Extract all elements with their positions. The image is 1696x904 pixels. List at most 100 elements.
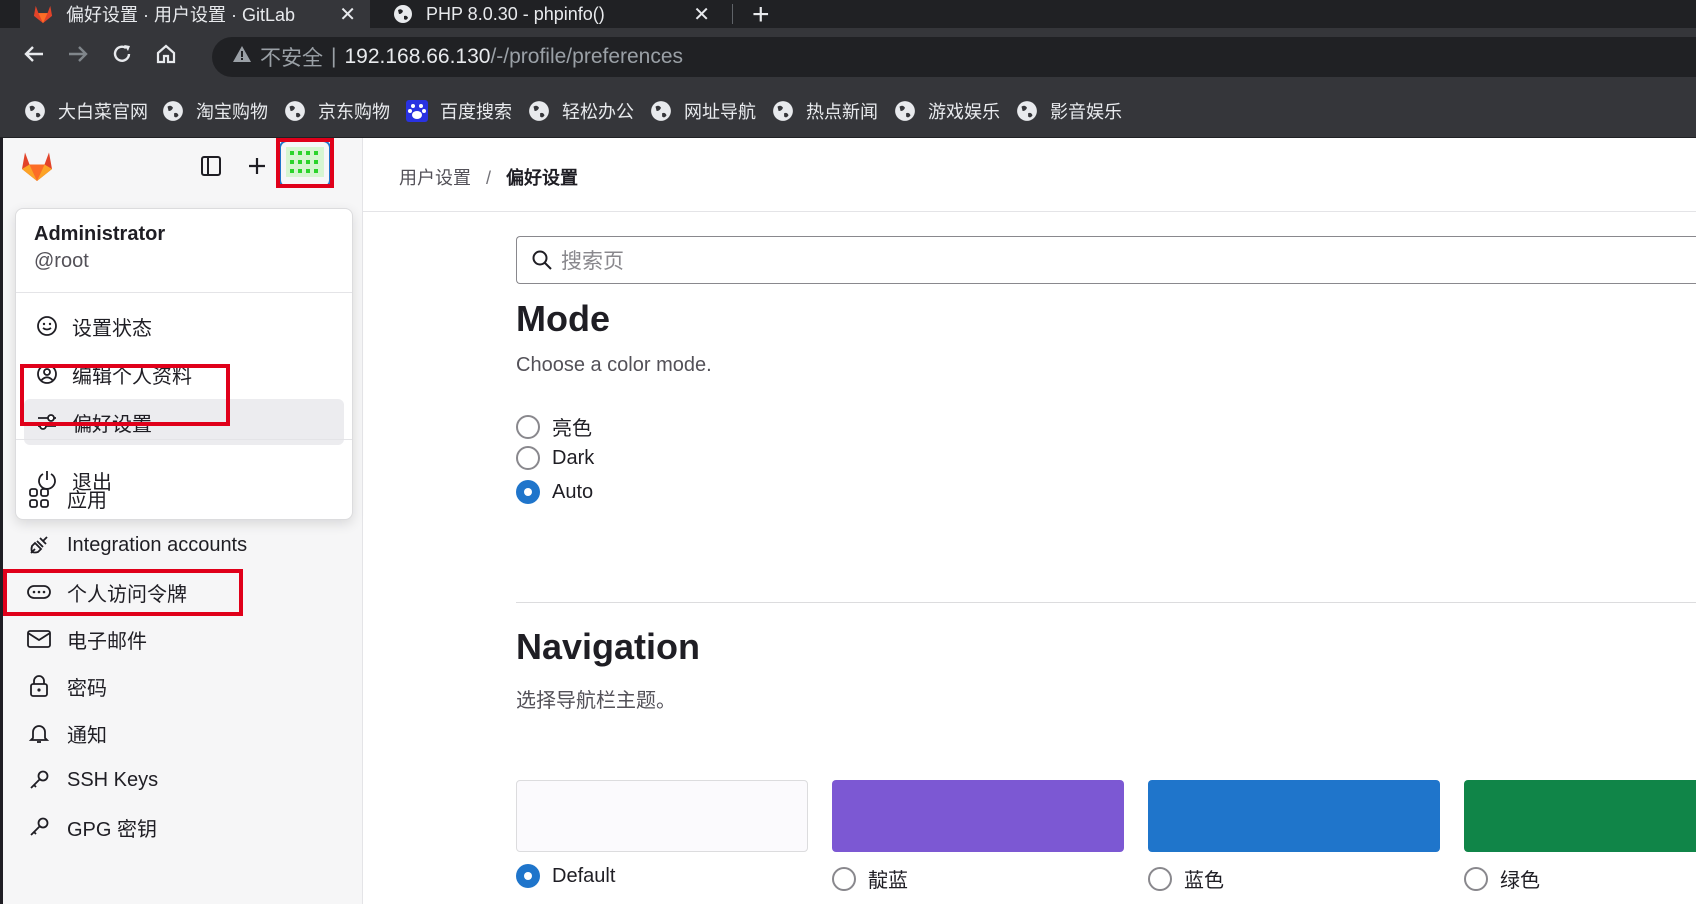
radio-button[interactable] [516, 446, 540, 470]
sidebar-item-label: 通知 [67, 724, 107, 747]
globe-icon [528, 100, 550, 122]
home-icon[interactable] [150, 38, 182, 70]
gitlab-icon [32, 3, 54, 25]
sidebar-item-emails[interactable]: 电子邮件 [25, 617, 147, 661]
section-divider [516, 602, 1696, 603]
theme-option-green[interactable]: 绿色 [1464, 864, 1540, 893]
sidebar-item-integration-accounts[interactable]: Integration accounts [25, 523, 247, 567]
bookmark-label: 淘宝购物 [196, 102, 268, 122]
mail-icon [25, 625, 53, 653]
breadcrumb-parent[interactable]: 用户设置 [399, 168, 471, 188]
tab-separator [732, 4, 733, 24]
theme-swatch-green[interactable] [1464, 780, 1696, 852]
reload-icon[interactable] [106, 38, 138, 70]
forward-icon[interactable] [62, 38, 94, 70]
mode-option-light[interactable]: 亮色 [516, 412, 592, 441]
sidebar-toggle-icon[interactable] [195, 150, 227, 182]
tab-title: PHP 8.0.30 - phpinfo() [426, 3, 605, 24]
sidebar-item-gpg-keys[interactable]: GPG 密钥 [25, 805, 157, 849]
sidebar-item-applications[interactable]: 应用 [25, 476, 107, 520]
search-input[interactable]: 搜索页 [516, 236, 1696, 284]
search-placeholder: 搜索页 [561, 250, 624, 273]
menu-divider [16, 439, 352, 440]
bookmark-item[interactable]: 游戏娱乐 [894, 98, 1000, 124]
user-menu-header[interactable]: Administrator @root [16, 209, 352, 293]
annotation-box-avatar [276, 138, 334, 188]
bookmark-item[interactable]: 大白菜官网 [24, 98, 148, 124]
theme-swatch-default[interactable] [516, 780, 808, 852]
theme-option-default[interactable]: Default [516, 864, 615, 888]
mode-option-dark[interactable]: Dark [516, 446, 594, 470]
navigation-description: 选择导航栏主题。 [516, 690, 676, 712]
globe-icon [1016, 100, 1038, 122]
radio-label: Dark [552, 446, 595, 469]
mode-description: Choose a color mode. [516, 354, 712, 376]
key-icon [25, 813, 53, 841]
mode-option-auto[interactable]: Auto [516, 480, 593, 504]
set-status-item[interactable]: 设置状态 [24, 303, 344, 349]
sidebar-item-label: 电子邮件 [67, 630, 147, 653]
main-content: 搜索页 Mode Choose a color mode. 亮色 Dark Au… [516, 212, 1696, 904]
key-icon [25, 766, 53, 794]
menu-item-label: 设置状态 [72, 317, 152, 340]
bookmark-item[interactable]: 影音娱乐 [1016, 98, 1122, 124]
radio-button[interactable] [1148, 866, 1172, 891]
bookmark-label: 网址导航 [684, 102, 756, 122]
bookmark-item[interactable]: 百度搜索 [406, 98, 512, 124]
tab-title: 偏好设置 · 用户设置 · GitLab [66, 5, 296, 25]
radio-label: Auto [552, 480, 594, 503]
globe-icon [392, 3, 414, 25]
baidu-icon [406, 100, 428, 122]
browser-tab-phpinfo[interactable]: PHP 8.0.30 - phpinfo() ✕ [376, 0, 724, 28]
globe-icon [650, 100, 672, 122]
bookmark-label: 京东购物 [318, 102, 390, 122]
theme-option-blue[interactable]: 蓝色 [1148, 864, 1224, 893]
browser-tab-strip: 偏好设置 · 用户设置 · GitLab ✕ PHP 8.0.30 - phpi… [0, 0, 1696, 31]
bookmark-label: 百度搜索 [440, 102, 512, 122]
url-path: /-/profile/preferences [490, 45, 684, 68]
breadcrumb: 用户设置 / 偏好设置 [399, 164, 578, 190]
radio-label: 亮色 [552, 418, 592, 440]
bookmark-label: 热点新闻 [806, 102, 878, 122]
sidebar-item-label: SSH Keys [67, 768, 159, 791]
annotation-box-preferences [20, 364, 230, 426]
insecure-label[interactable]: 不安全 [260, 42, 323, 72]
theme-option-indigo[interactable]: 靛蓝 [832, 864, 908, 893]
back-icon[interactable] [18, 38, 50, 70]
globe-icon [284, 100, 306, 122]
browser-tab-gitlab[interactable]: 偏好设置 · 用户设置 · GitLab ✕ [20, 0, 370, 28]
radio-button[interactable] [832, 866, 856, 891]
close-tab-icon[interactable]: ✕ [339, 2, 356, 27]
address-bar[interactable]: 不安全 | 192.168.66.130/-/profile/preferenc… [212, 37, 1696, 77]
bookmark-item[interactable]: 淘宝购物 [162, 98, 268, 124]
browser-toolbar: 不安全 | 192.168.66.130/-/profile/preferenc… [0, 28, 1696, 84]
radio-button[interactable] [1464, 866, 1488, 891]
breadcrumb-current[interactable]: 偏好设置 [506, 168, 578, 188]
warning-icon[interactable] [232, 45, 252, 69]
radio-label: 靛蓝 [868, 870, 908, 892]
plug-icon [25, 531, 53, 559]
theme-swatch-indigo[interactable] [832, 780, 1124, 852]
radio-label: 绿色 [1500, 870, 1540, 892]
gitlab-logo-icon[interactable] [17, 146, 57, 186]
sidebar-item-ssh-keys[interactable]: SSH Keys [25, 758, 158, 802]
annotation-box-access-tokens [3, 569, 243, 616]
bookmark-item[interactable]: 京东购物 [284, 98, 390, 124]
radio-button[interactable] [516, 414, 540, 439]
theme-swatch-blue[interactable] [1148, 780, 1440, 852]
bookmark-item[interactable]: 轻松办公 [528, 98, 634, 124]
bookmark-label: 轻松办公 [562, 102, 634, 122]
sidebar-item-notifications[interactable]: 通知 [25, 711, 107, 755]
create-new-icon[interactable] [241, 150, 273, 182]
close-tab-icon[interactable]: ✕ [693, 2, 710, 27]
bookmark-item[interactable]: 网址导航 [650, 98, 756, 124]
globe-icon [24, 100, 46, 122]
sidebar-item-password[interactable]: 密码 [25, 664, 107, 708]
lock-icon [25, 672, 53, 700]
sidebar-item-label: 应用 [67, 489, 107, 512]
radio-button-checked[interactable] [516, 480, 540, 504]
radio-label: 蓝色 [1184, 870, 1224, 892]
bookmark-item[interactable]: 热点新闻 [772, 98, 878, 124]
bookmark-label: 大白菜官网 [58, 102, 148, 122]
radio-button-checked[interactable] [516, 864, 540, 888]
